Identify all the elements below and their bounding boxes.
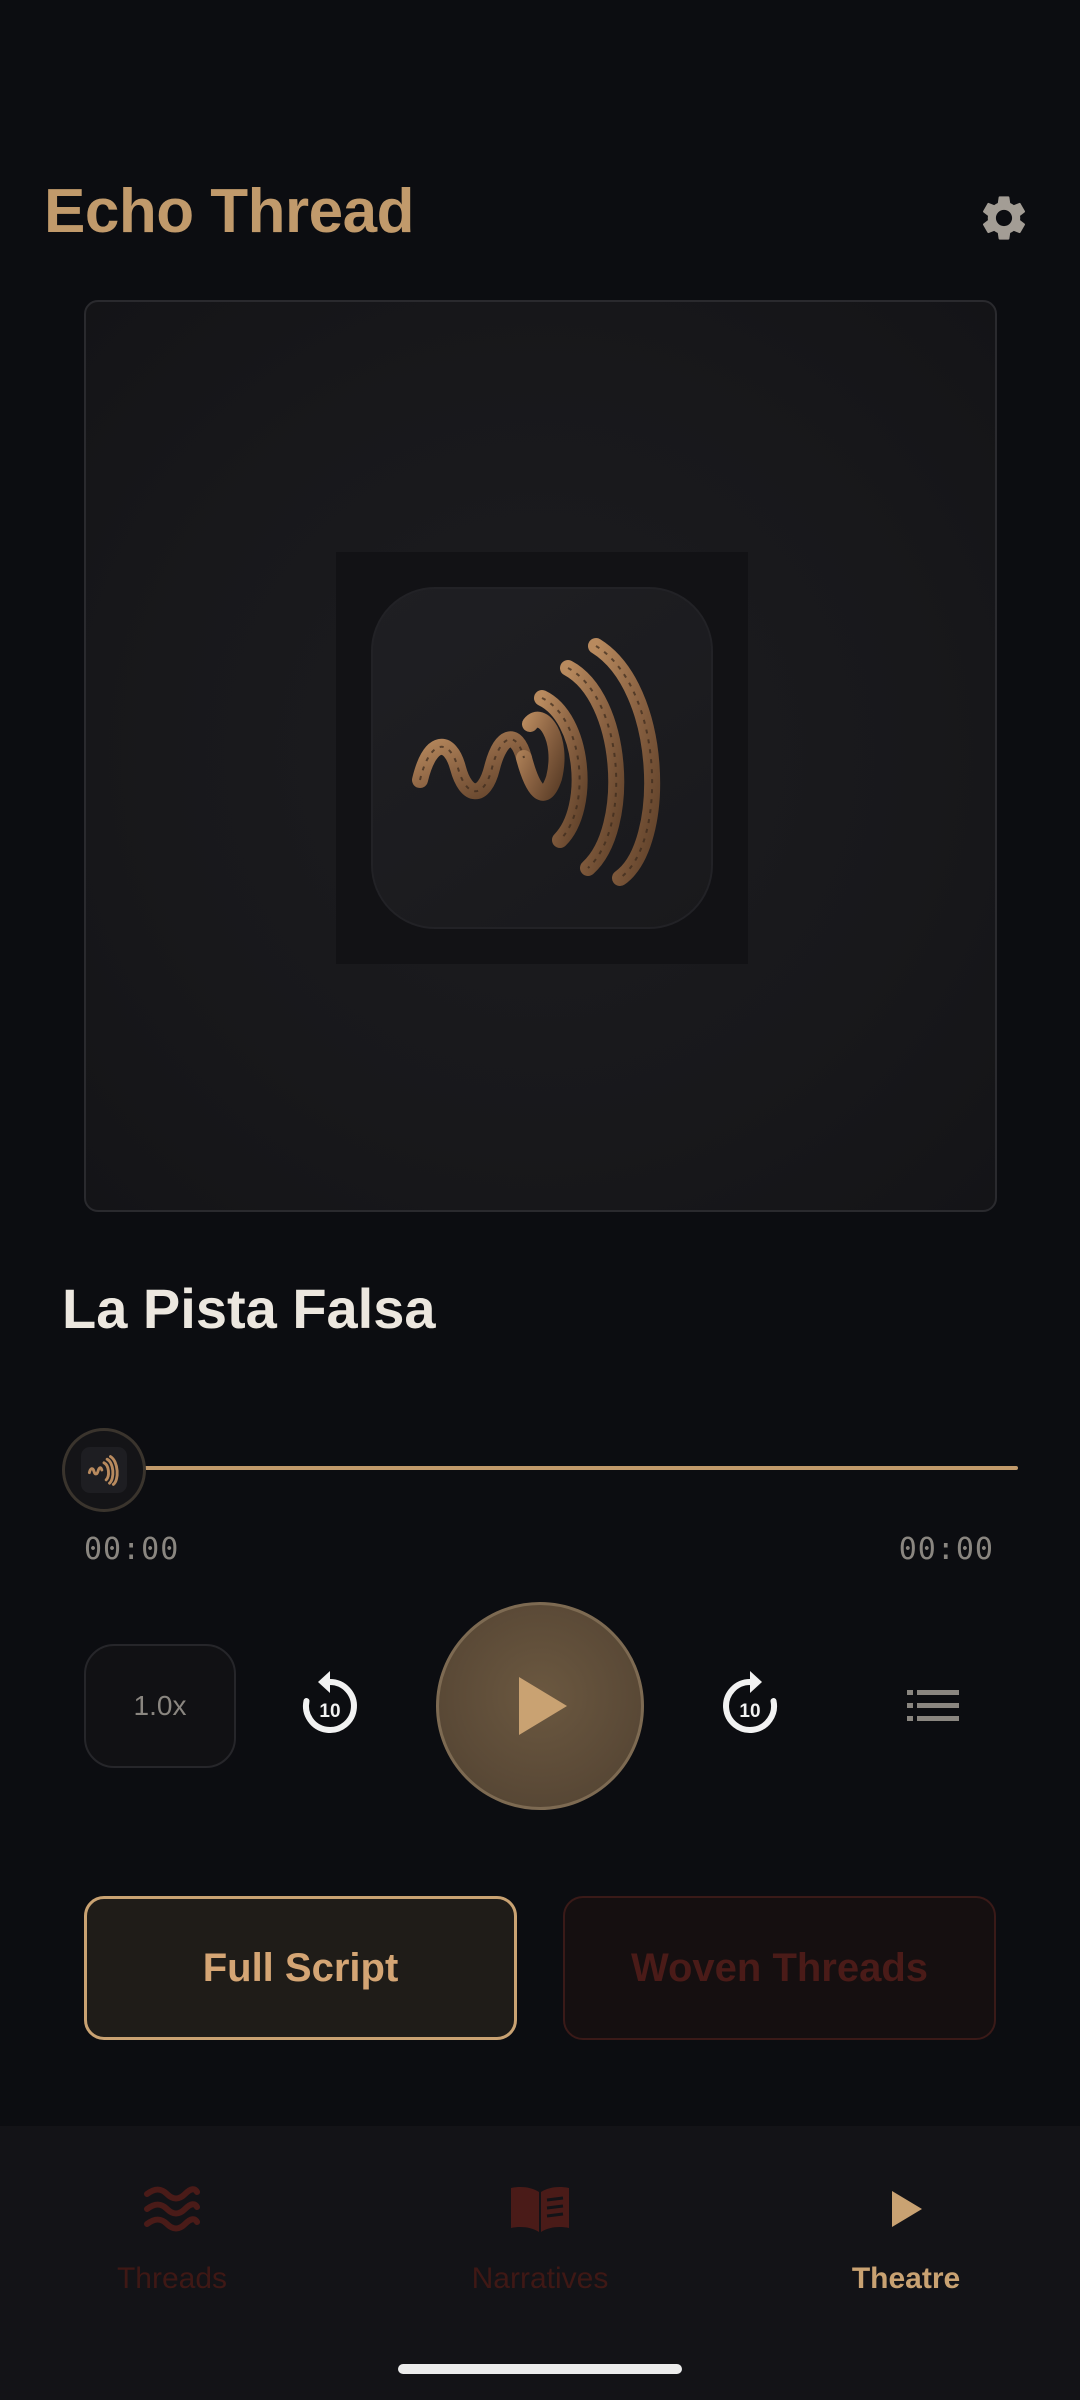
- album-artwork: [84, 300, 997, 1212]
- elapsed-time: 00:00: [84, 1532, 180, 1567]
- nav-item-narratives[interactable]: Narratives: [390, 2174, 690, 2324]
- settings-button[interactable]: [972, 186, 1036, 250]
- list-icon: [907, 1690, 959, 1721]
- play-button[interactable]: [436, 1602, 644, 1810]
- play-icon: [892, 2191, 922, 2227]
- home-indicator[interactable]: [398, 2364, 682, 2374]
- track-title: La Pista Falsa: [62, 1277, 436, 1340]
- queue-button[interactable]: [898, 1664, 968, 1748]
- progress-thumb[interactable]: [62, 1428, 146, 1512]
- skip-back-label: 10: [319, 1701, 340, 1722]
- playback-speed-button[interactable]: 1.0x: [84, 1644, 236, 1768]
- total-time: 00:00: [898, 1532, 994, 1567]
- nav-label-narratives: Narratives: [471, 2262, 609, 2295]
- sound-waves-icon: [412, 638, 661, 886]
- forward-10-icon: 10: [723, 1671, 778, 1733]
- waves-icon: [144, 2186, 200, 2232]
- skip-forward-label: 10: [739, 1701, 760, 1722]
- nav-item-theatre[interactable]: Theatre: [756, 2174, 1056, 2324]
- skip-forward-button[interactable]: 10: [708, 1664, 792, 1748]
- replay-10-icon: 10: [302, 1671, 357, 1733]
- progress-track[interactable]: [140, 1466, 1018, 1470]
- woven-threads-button[interactable]: Woven Threads: [563, 1896, 996, 2040]
- artwork-inner: [336, 552, 748, 964]
- book-icon: [511, 2187, 569, 2232]
- sound-waves-icon: [87, 1455, 119, 1486]
- thumb-artwork: [81, 1447, 127, 1493]
- nav-label-theatre: Theatre: [851, 2262, 961, 2295]
- nav-label-threads: Threads: [116, 2262, 228, 2295]
- full-script-button[interactable]: Full Script: [84, 1896, 517, 2040]
- skip-back-button[interactable]: 10: [288, 1664, 372, 1748]
- bottom-navigation: Threads Narratives Theatre: [0, 2126, 1080, 2400]
- nav-item-threads[interactable]: Threads: [22, 2174, 322, 2324]
- app-title: Echo Thread: [44, 177, 415, 246]
- play-icon: [519, 1677, 567, 1735]
- echo-thread-logo: [371, 587, 713, 929]
- gear-icon: [982, 196, 1026, 240]
